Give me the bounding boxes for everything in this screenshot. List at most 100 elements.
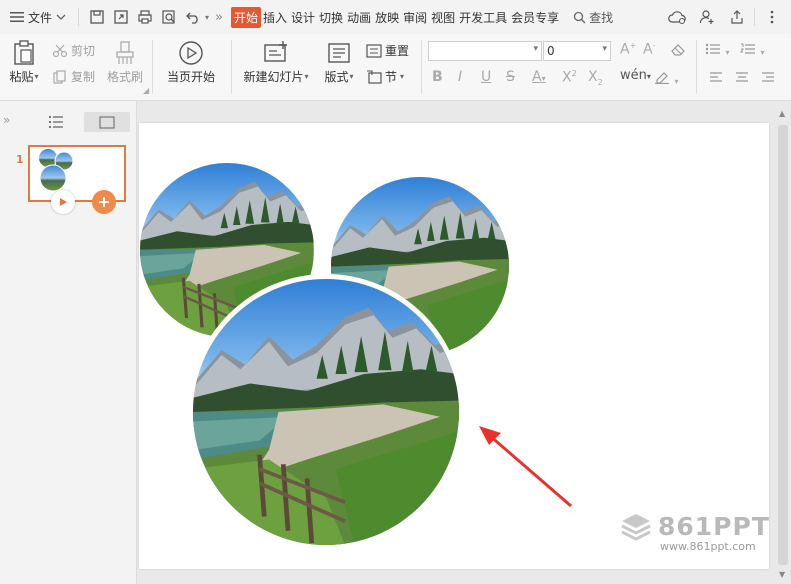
section-button[interactable]: 节 ▾ xyxy=(366,68,404,85)
export-icon xyxy=(114,10,128,24)
ribbon-separator xyxy=(421,40,422,94)
font-name-select[interactable]: ▾ xyxy=(428,41,542,61)
highlighter-icon xyxy=(655,72,669,85)
watermark-brand: 861PPT xyxy=(658,512,770,541)
save-button[interactable] xyxy=(85,5,109,29)
print-preview-button[interactable] xyxy=(157,5,181,29)
tab-animations[interactable]: 动画 xyxy=(345,9,373,26)
outline-view-tab[interactable] xyxy=(48,115,64,132)
cut-button[interactable]: 剪切 xyxy=(52,42,95,59)
layout-label: 版式 xyxy=(324,70,349,84)
copy-icon xyxy=(53,69,66,84)
new-slide-button[interactable]: 新建幻灯片 ▾ xyxy=(238,40,314,85)
phonetic-guide-button[interactable]: wén▾ xyxy=(620,68,651,83)
tab-slideshow[interactable]: 放映 xyxy=(373,9,401,26)
scroll-up-arrow[interactable]: ▲ xyxy=(779,109,785,118)
reset-button[interactable]: 重置 xyxy=(366,42,409,59)
layout-button[interactable]: 版式 ▾ xyxy=(320,40,358,85)
cut-label: 剪切 xyxy=(71,44,96,58)
expand-panel-button[interactable]: » xyxy=(3,113,10,127)
tab-transitions[interactable]: 切换 xyxy=(317,9,345,26)
add-slide-button[interactable] xyxy=(92,190,116,214)
align-center-button[interactable] xyxy=(735,71,749,87)
tab-insert[interactable]: 插入 xyxy=(261,9,289,26)
share-collaborate-button[interactable] xyxy=(694,4,720,30)
cloud-icon xyxy=(668,11,686,24)
superscript-button[interactable]: X2 xyxy=(562,69,577,86)
share-button[interactable] xyxy=(724,4,750,30)
tab-design[interactable]: 设计 xyxy=(289,9,317,26)
chevron-down-icon: ▾ xyxy=(304,72,309,81)
hamburger-icon xyxy=(10,12,24,22)
format-painter-button[interactable]: 格式刷 xyxy=(104,40,146,85)
align-left-button[interactable] xyxy=(709,71,723,87)
tab-developer[interactable]: 开发工具 xyxy=(457,9,509,26)
tab-membership[interactable]: 会员专享 xyxy=(509,9,561,26)
vertical-scrollbar[interactable]: ▲ ▼ xyxy=(777,109,789,579)
font-size-select[interactable]: 0 ▾ xyxy=(543,41,611,61)
subscript-button[interactable]: X2 xyxy=(588,69,603,87)
window-right-icons xyxy=(664,0,791,34)
layers-logo-icon xyxy=(621,514,651,541)
file-menu[interactable]: 文件 xyxy=(0,0,72,34)
tab-review[interactable]: 审阅 xyxy=(401,9,429,26)
increase-font-size-button[interactable]: A+ xyxy=(620,41,636,58)
chevron-down-icon: ▾ xyxy=(34,72,39,81)
menu-separator xyxy=(78,8,80,26)
eraser-icon xyxy=(671,44,685,56)
save-icon xyxy=(90,10,104,24)
play-slide-button[interactable] xyxy=(51,190,75,214)
more-vertical-icon xyxy=(770,10,774,24)
play-circle-icon xyxy=(179,41,203,65)
cloud-sync-button[interactable] xyxy=(664,4,690,30)
user-add-icon xyxy=(699,10,714,24)
align-right-icon xyxy=(762,72,774,82)
scroll-thumb[interactable] xyxy=(778,125,788,565)
preview-icon xyxy=(162,10,175,24)
paste-label: 粘贴 xyxy=(9,70,34,84)
strikethrough-button[interactable]: S xyxy=(506,69,515,85)
reset-label: 重置 xyxy=(385,44,410,58)
undo-dropdown[interactable]: ▾ xyxy=(205,13,209,22)
bullet-list-button[interactable]: ▾ xyxy=(705,43,729,59)
paste-button[interactable]: 粘贴 ▾ xyxy=(6,40,42,85)
chevron-down-icon: ▾ xyxy=(349,72,354,81)
share-icon xyxy=(731,10,743,24)
chevron-down-icon: ▾ xyxy=(760,48,765,57)
highlight-button[interactable]: ▾ xyxy=(654,70,678,88)
annotation-arrow xyxy=(488,433,572,508)
slides-view-tab[interactable] xyxy=(84,112,130,132)
play-from-current-button[interactable]: 当页开始 xyxy=(160,40,222,85)
decrease-font-size-button[interactable]: A- xyxy=(643,41,655,58)
bold-button[interactable]: B xyxy=(432,69,443,85)
align-left-icon xyxy=(710,72,722,82)
scroll-down-arrow[interactable]: ▼ xyxy=(779,570,785,579)
search-button[interactable]: 查找 xyxy=(573,9,613,26)
list-numbered-icon xyxy=(740,43,755,54)
tab-home[interactable]: 开始 xyxy=(231,6,262,28)
italic-button[interactable]: I xyxy=(458,69,462,85)
clipboard-icon xyxy=(14,40,34,65)
numbered-list-button[interactable]: ▾ xyxy=(740,43,764,59)
align-right-button[interactable] xyxy=(761,71,775,87)
outline-list-icon xyxy=(48,115,63,129)
export-pdf-button[interactable] xyxy=(109,5,133,29)
paste-group-launcher[interactable]: ◢ xyxy=(143,86,149,95)
layout-icon xyxy=(328,43,350,63)
print-button[interactable] xyxy=(133,5,157,29)
undo-button[interactable] xyxy=(181,5,205,29)
slide-canvas[interactable] xyxy=(139,123,769,569)
clear-format-button[interactable] xyxy=(670,42,686,60)
underline-button[interactable]: U xyxy=(481,69,491,85)
copy-button[interactable]: 复制 xyxy=(52,68,95,85)
font-color-button[interactable]: A▾ xyxy=(532,69,546,85)
play-icon xyxy=(60,198,67,206)
tab-view[interactable]: 视图 xyxy=(429,9,457,26)
copy-label: 复制 xyxy=(71,70,96,84)
slide-number: 1 xyxy=(16,153,24,166)
slides-panel: » 1 xyxy=(0,101,137,584)
more-quick-access-button[interactable]: » xyxy=(215,10,223,25)
more-options-button[interactable] xyxy=(759,4,785,30)
font-size-value: 0 xyxy=(547,44,555,58)
search-label: 查找 xyxy=(589,10,614,25)
